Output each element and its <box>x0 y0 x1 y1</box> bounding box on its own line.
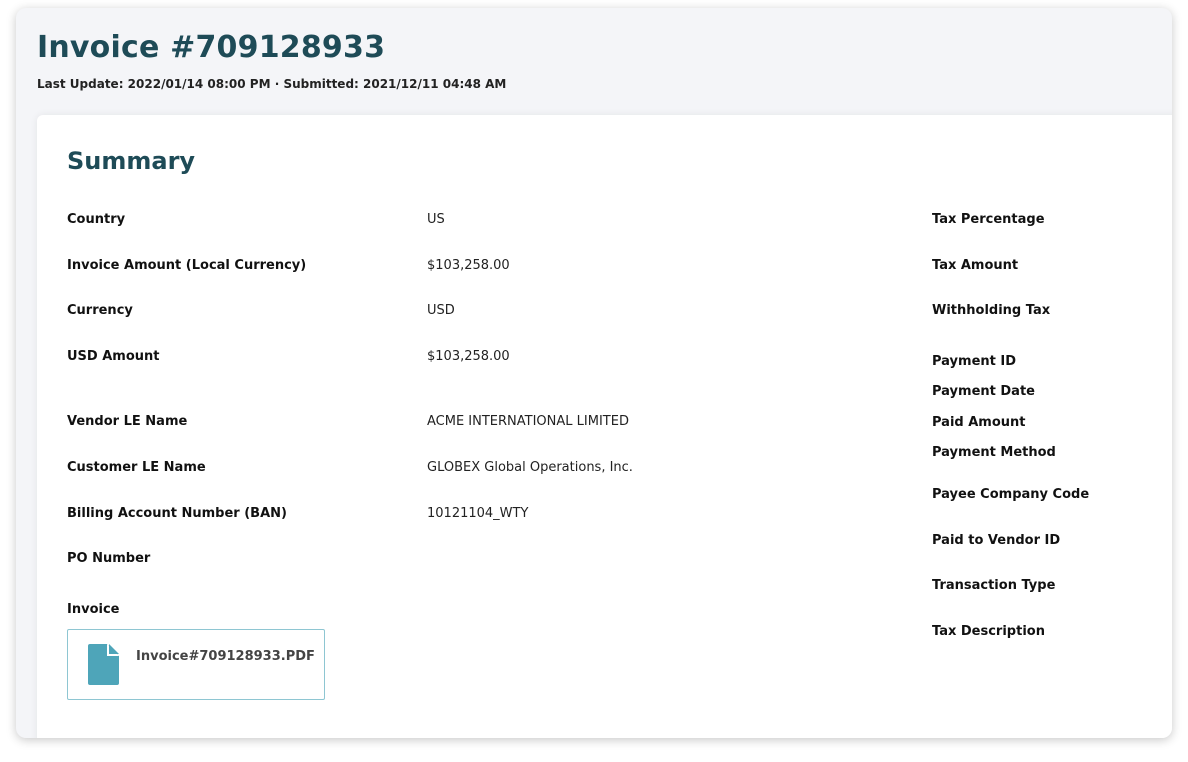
withholding-tax-label: Withholding Tax <box>932 303 1051 318</box>
currency-value: USD <box>427 303 455 318</box>
invoice-meta: Last Update: 2022/01/14 08:00 PM · Submi… <box>37 77 507 91</box>
usd-amount-value: $103,258.00 <box>427 349 510 364</box>
tax-description-label: Tax Description <box>932 624 1045 639</box>
payee-company-code-label: Payee Company Code <box>932 487 1090 502</box>
country-label: Country <box>67 212 126 227</box>
summary-card: Summary Country Invoice Amount (Local Cu… <box>37 115 1172 738</box>
currency-label: Currency <box>67 303 133 318</box>
payment-date-label: Payment Date <box>932 384 1035 399</box>
invoice-label: Invoice <box>67 602 120 617</box>
invoice-amount-local-value: $103,258.00 <box>427 258 510 273</box>
paid-to-vendor-id-label: Paid to Vendor ID <box>932 533 1061 548</box>
billing-account-number-label: Billing Account Number (BAN) <box>67 506 287 521</box>
customer-le-name-label: Customer LE Name <box>67 460 206 475</box>
invoice-pdf-attachment[interactable]: Invoice#709128933.PDF <box>67 629 325 700</box>
customer-le-name-value: GLOBEX Global Operations, Inc. <box>427 460 633 475</box>
country-value: US <box>427 212 445 227</box>
tax-percentage-label: Tax Percentage <box>932 212 1045 227</box>
vendor-le-name-value: ACME INTERNATIONAL LIMITED <box>427 414 629 429</box>
tax-amount-label: Tax Amount <box>932 258 1019 273</box>
po-number-label: PO Number <box>67 551 151 566</box>
payment-method-label: Payment Method <box>932 445 1056 460</box>
attachment-file-name: Invoice#709128933.PDF <box>136 649 315 664</box>
usd-amount-label: USD Amount <box>67 349 160 364</box>
payment-id-label: Payment ID <box>932 354 1017 369</box>
invoice-amount-local-label: Invoice Amount (Local Currency) <box>67 258 307 273</box>
file-icon <box>88 644 119 685</box>
invoice-window: Invoice #709128933 Last Update: 2022/01/… <box>16 8 1172 738</box>
transaction-type-label: Transaction Type <box>932 578 1056 593</box>
vendor-le-name-label: Vendor LE Name <box>67 414 188 429</box>
billing-account-number-value: 10121104_WTY <box>427 506 529 521</box>
summary-title: Summary <box>67 147 196 175</box>
paid-amount-label: Paid Amount <box>932 415 1026 430</box>
page-title: Invoice #709128933 <box>37 30 386 65</box>
